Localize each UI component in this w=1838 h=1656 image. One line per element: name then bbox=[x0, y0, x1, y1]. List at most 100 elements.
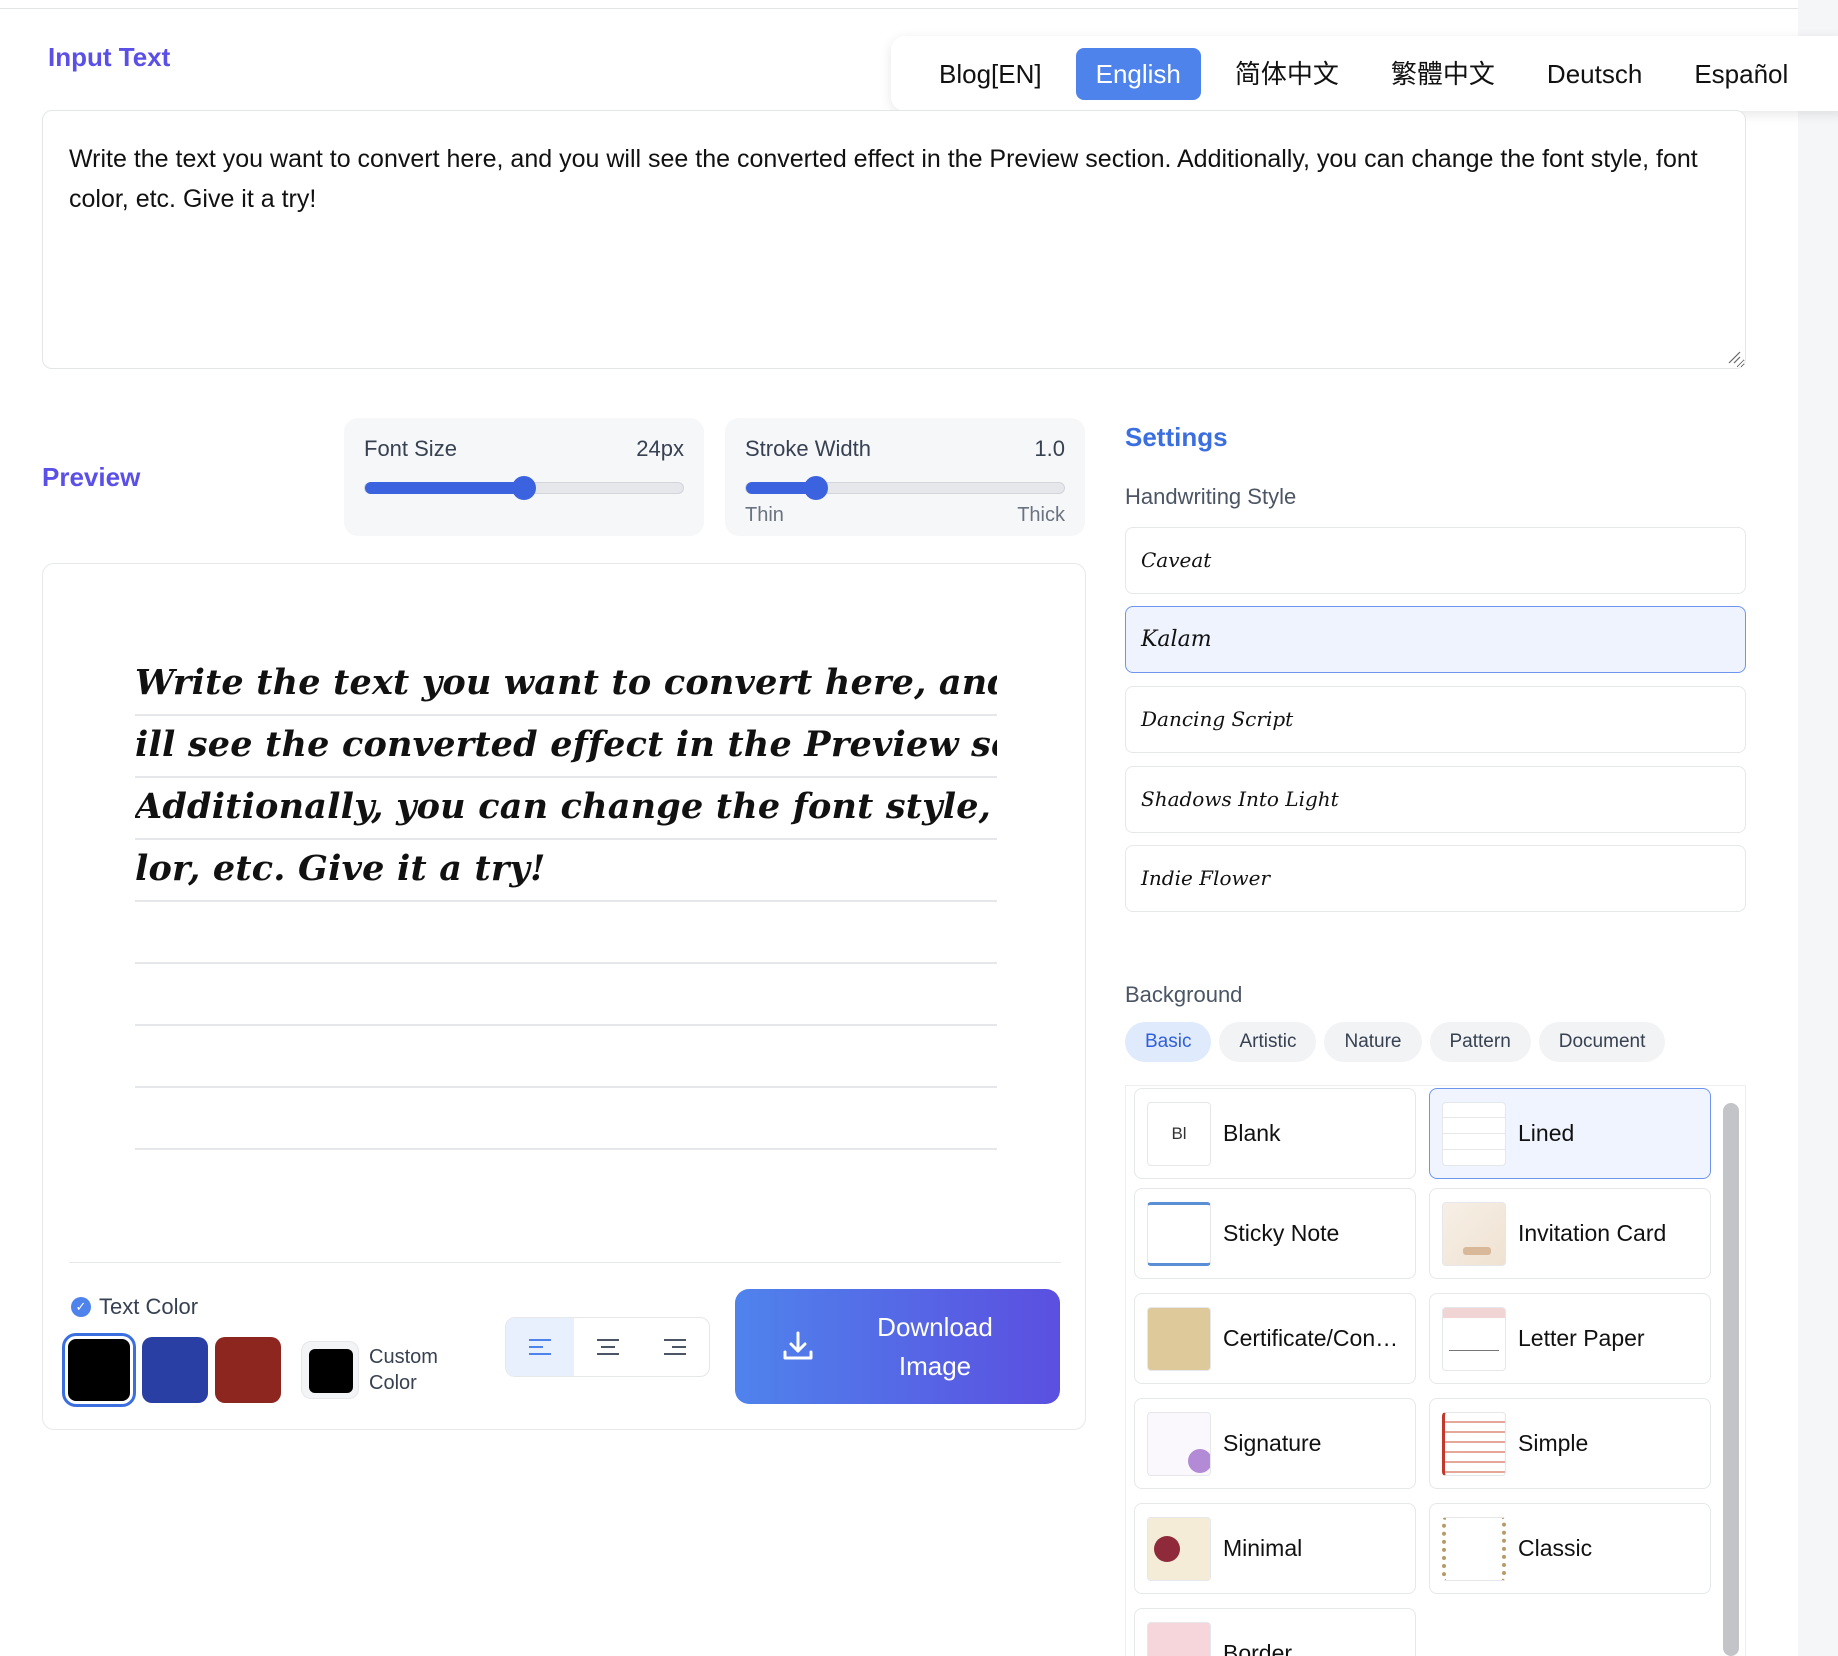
background-grid: Bl Blank Lined Sticky Note Invitation Ca… bbox=[1125, 1085, 1746, 1656]
bg-option-label: Classic bbox=[1518, 1535, 1593, 1561]
top-divider bbox=[0, 8, 1798, 9]
font-size-slider[interactable] bbox=[364, 476, 684, 500]
align-left-icon bbox=[528, 1339, 551, 1355]
bg-option-letter-paper[interactable]: Letter Paper bbox=[1429, 1293, 1711, 1384]
lang-simplified-chinese[interactable]: 简体中文 bbox=[1209, 48, 1365, 100]
download-icon bbox=[783, 1331, 813, 1359]
bg-option-minimal[interactable]: Minimal bbox=[1134, 1503, 1416, 1594]
bg-option-label: Signature bbox=[1223, 1430, 1322, 1456]
lang-blog-en[interactable]: Blog[EN] bbox=[913, 48, 1068, 100]
lang-english[interactable]: English bbox=[1075, 47, 1201, 100]
bg-thumb-signature bbox=[1147, 1411, 1211, 1476]
handwriting-line bbox=[135, 1026, 997, 1088]
style-option-kalam[interactable]: Kalam bbox=[1125, 606, 1746, 673]
bg-option-simple[interactable]: Simple bbox=[1429, 1398, 1711, 1489]
bg-option-label: Minimal bbox=[1223, 1535, 1303, 1561]
font-size-control: Font Size 24px bbox=[344, 418, 704, 536]
bg-thumb-minimal bbox=[1147, 1516, 1211, 1581]
align-center-icon bbox=[596, 1339, 619, 1355]
align-right-icon bbox=[664, 1339, 687, 1355]
text-color-label: Text Color bbox=[99, 1294, 199, 1319]
bg-thumb-certificate bbox=[1147, 1306, 1211, 1371]
bg-thumb-lined bbox=[1442, 1101, 1506, 1166]
bg-option-blank[interactable]: Bl Blank bbox=[1134, 1088, 1416, 1179]
stroke-width-slider[interactable] bbox=[745, 476, 1065, 500]
custom-color-chip bbox=[309, 1349, 353, 1393]
bg-option-label: Simple bbox=[1518, 1430, 1589, 1456]
bg-option-label: Invitation Card bbox=[1518, 1220, 1667, 1246]
bg-tab-basic[interactable]: Basic bbox=[1125, 1022, 1212, 1062]
bg-tab-document[interactable]: Document bbox=[1538, 1022, 1666, 1062]
style-option-shadows-into-light[interactable]: Shadows Into Light bbox=[1125, 766, 1746, 833]
bg-option-label: Blank bbox=[1223, 1120, 1281, 1146]
bg-thumb-blank-text: Bl bbox=[1171, 1123, 1187, 1143]
text-color-heading: ✓ Text Color bbox=[71, 1294, 198, 1320]
bg-option-classic[interactable]: Classic bbox=[1429, 1503, 1711, 1594]
lang-espanol[interactable]: Español bbox=[1668, 48, 1814, 100]
bg-tab-artistic[interactable]: Artistic bbox=[1219, 1022, 1317, 1062]
custom-color-picker[interactable] bbox=[301, 1341, 359, 1399]
style-option-caveat[interactable]: Caveat bbox=[1125, 527, 1746, 594]
bg-thumb-blank: Bl bbox=[1147, 1101, 1211, 1166]
handwriting-line: lor, etc. Give it a try! bbox=[135, 840, 997, 902]
preview-paper: Write the text you want to convert here,… bbox=[135, 654, 997, 1150]
stroke-thin-label: Thin bbox=[745, 504, 784, 526]
handwriting-line: ill see the converted effect in the Prev… bbox=[135, 716, 997, 778]
bg-thumb-sticky-note bbox=[1147, 1201, 1211, 1266]
language-bar: Blog[EN] English 简体中文 繁體中文 Deutsch Españ… bbox=[891, 36, 1838, 111]
align-left-button[interactable] bbox=[506, 1318, 574, 1376]
bg-option-certificate[interactable]: Certificate/Con… bbox=[1134, 1293, 1416, 1384]
bg-tab-pattern[interactable]: Pattern bbox=[1429, 1022, 1531, 1062]
handwriting-line: Additionally, you can change the font st… bbox=[135, 778, 997, 840]
stroke-width-label: Stroke Width bbox=[745, 436, 871, 461]
stroke-thick-label: Thick bbox=[1017, 504, 1065, 526]
custom-color-label: Custom Color bbox=[369, 1346, 438, 1394]
download-label: Download Image bbox=[877, 1311, 993, 1381]
bg-option-label: Letter Paper bbox=[1518, 1325, 1645, 1351]
style-option-indie-flower[interactable]: Indie Flower bbox=[1125, 845, 1746, 912]
bg-option-label: Certificate/Con… bbox=[1223, 1325, 1399, 1351]
bg-option-sticky-note[interactable]: Sticky Note bbox=[1134, 1188, 1416, 1279]
bg-option-lined[interactable]: Lined bbox=[1429, 1088, 1711, 1179]
background-label: Background bbox=[1125, 982, 1243, 1007]
bg-option-signature[interactable]: Signature bbox=[1134, 1398, 1416, 1489]
align-right-button[interactable] bbox=[641, 1318, 709, 1376]
download-image-button[interactable]: Download Image bbox=[735, 1289, 1060, 1404]
color-swatch-red[interactable] bbox=[215, 1337, 281, 1403]
bg-option-label: Sticky Note bbox=[1223, 1220, 1340, 1246]
preview-divider bbox=[69, 1262, 1061, 1263]
stroke-width-slider-thumb[interactable] bbox=[803, 476, 828, 500]
bg-option-label: Border bbox=[1223, 1640, 1293, 1656]
style-option-dancing-script[interactable]: Dancing Script bbox=[1125, 686, 1746, 753]
input-text-title: Input Text bbox=[48, 42, 171, 72]
lang-arabic[interactable]: ية bbox=[1814, 48, 1838, 100]
handwriting-line bbox=[135, 1088, 997, 1150]
handwriting-line: Write the text you want to convert here,… bbox=[135, 654, 997, 716]
bg-thumb-letter-paper bbox=[1442, 1306, 1506, 1371]
bg-thumb-border bbox=[1147, 1621, 1211, 1656]
bg-thumb-simple bbox=[1442, 1411, 1506, 1476]
color-swatch-black[interactable] bbox=[62, 1333, 136, 1407]
resize-handle-icon[interactable] bbox=[1727, 350, 1741, 364]
handwriting-style-label: Handwriting Style bbox=[1125, 484, 1297, 509]
lang-deutsch[interactable]: Deutsch bbox=[1521, 48, 1668, 100]
stroke-width-control: Stroke Width 1.0 Thin Thick bbox=[725, 418, 1085, 536]
lang-traditional-chinese[interactable]: 繁體中文 bbox=[1365, 48, 1521, 100]
handwriting-line bbox=[135, 964, 997, 1026]
bg-thumb-classic bbox=[1442, 1516, 1506, 1581]
check-icon: ✓ bbox=[71, 1297, 91, 1317]
bg-option-border[interactable]: Border bbox=[1134, 1608, 1416, 1656]
page-scroll-strip bbox=[1798, 0, 1838, 1656]
text-alignment-group bbox=[505, 1317, 710, 1377]
align-center-button[interactable] bbox=[574, 1318, 642, 1376]
bg-option-invitation-card[interactable]: Invitation Card bbox=[1429, 1188, 1711, 1279]
input-text-area[interactable]: Write the text you want to convert here,… bbox=[42, 110, 1746, 369]
preview-title: Preview bbox=[42, 462, 141, 492]
font-size-slider-thumb[interactable] bbox=[512, 476, 536, 500]
font-size-slider-fill bbox=[365, 482, 524, 494]
background-list-scrollbar[interactable] bbox=[1723, 1103, 1739, 1656]
color-swatch-blue[interactable] bbox=[142, 1337, 208, 1403]
font-size-value: 24px bbox=[636, 436, 684, 461]
handwriting-line bbox=[135, 902, 997, 964]
bg-tab-nature[interactable]: Nature bbox=[1324, 1022, 1422, 1062]
